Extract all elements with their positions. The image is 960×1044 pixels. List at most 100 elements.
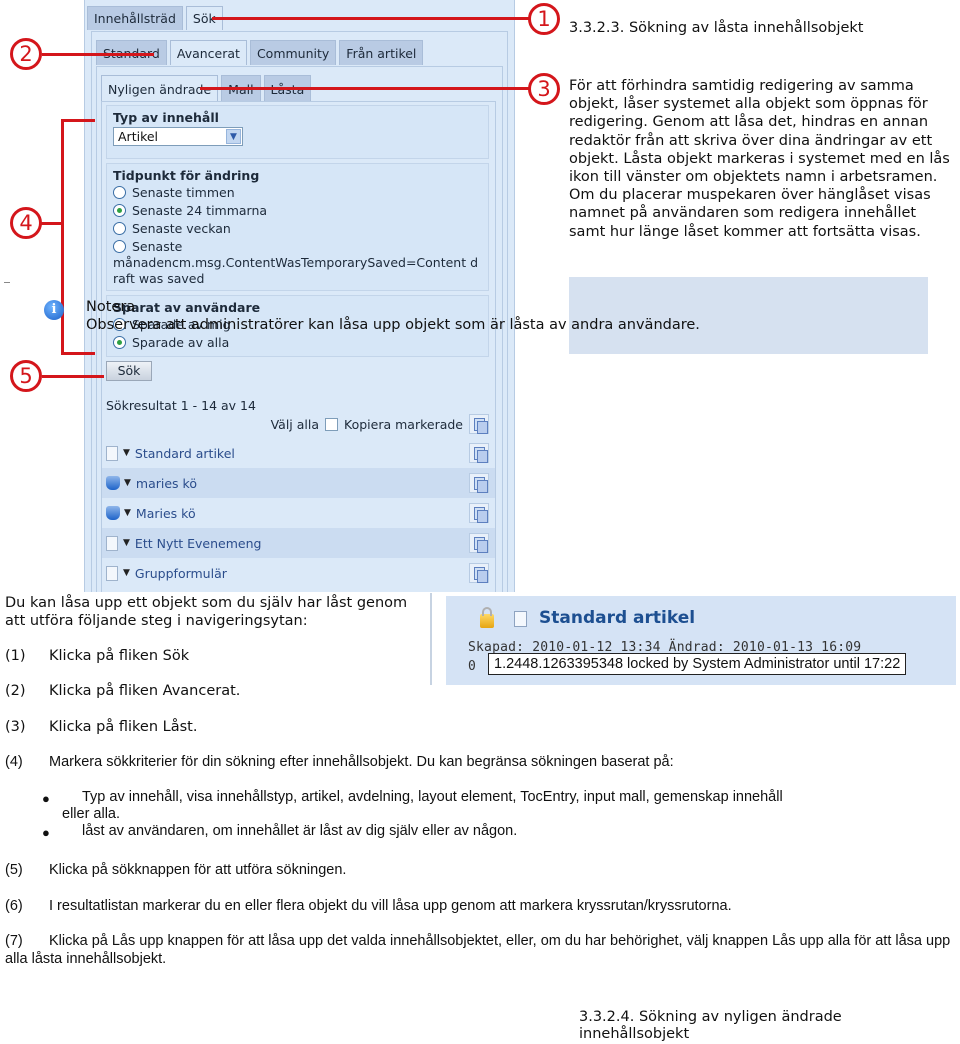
chevron-down-icon[interactable]: ▼: [226, 129, 241, 144]
step-text: Klicka på Lås upp knappen för att låsa u…: [5, 933, 951, 967]
note-text: Observera att administratörer kan låsa u…: [86, 317, 700, 333]
step-number: (6): [5, 898, 23, 914]
step-number: (4): [5, 754, 23, 770]
copy-icon[interactable]: [469, 563, 489, 583]
instructions-intro: Du kan låsa upp ett objekt som du själv …: [5, 595, 408, 629]
radio-icon[interactable]: [113, 239, 126, 253]
content-type-select[interactable]: Artikel ▼: [113, 127, 243, 146]
result-row[interactable]: ▼ Gruppformulär: [102, 558, 495, 588]
callout-1: 1: [528, 3, 560, 35]
temp-saved-message: månadencm.msg.ContentWasTemporarySaved=C…: [113, 255, 479, 286]
copy-icon[interactable]: [469, 503, 489, 523]
criteria-text: låst av användaren, om innehållet är lås…: [82, 823, 518, 839]
info-icon: i: [44, 300, 64, 320]
lock-tooltip: 1.2448.1263395348 locked by System Admin…: [488, 653, 907, 675]
content-type-value: Artikel: [118, 129, 159, 144]
step-5: (5) Klicka på sökknappen för att utföra s…: [5, 862, 346, 878]
step-text: I resultatlistan markerar du en eller fl…: [49, 898, 732, 914]
radio-last-24h[interactable]: Senaste 24 timmarna: [113, 201, 482, 219]
caret-down-icon[interactable]: ▼: [123, 538, 130, 548]
copy-icon[interactable]: [469, 414, 489, 434]
radio-selected-icon[interactable]: [113, 203, 126, 217]
radio-label: Senaste: [132, 238, 183, 254]
radio-label: Senaste timmen: [132, 184, 235, 200]
note-box: [569, 277, 928, 354]
callout-bracket-4-top: [61, 119, 95, 122]
caret-down-icon[interactable]: ▼: [123, 448, 130, 458]
modified-time-label: Tidpunkt för ändring: [113, 168, 260, 183]
caret-down-icon[interactable]: ▼: [124, 508, 131, 518]
result-name[interactable]: Gruppformulär: [135, 566, 227, 581]
step-6: (6) I resultatlistan markerar du en eller…: [5, 898, 732, 914]
lock-icon[interactable]: [480, 607, 494, 628]
callout-line-5: [42, 375, 104, 378]
tab-advanced[interactable]: Avancerat: [169, 40, 247, 65]
select-all-bar: Välj alla Kopiera markerade: [271, 414, 489, 434]
radio-last-hour[interactable]: Senaste timmen: [113, 183, 482, 201]
radio-saved-by-all[interactable]: Sparade av alla: [113, 333, 482, 351]
result-name[interactable]: Maries kö: [136, 506, 196, 521]
content-type-group: Typ av innehåll Artikel ▼: [106, 105, 489, 159]
step-text: Klicka på sökknappen för att utföra sökn…: [49, 862, 347, 878]
radio-last-week[interactable]: Senaste veckan: [113, 219, 482, 237]
callout-3: 3: [528, 73, 560, 105]
criteria-text-cont: eller alla.: [62, 806, 121, 822]
saved-by-label: Sparat av användare: [113, 300, 261, 315]
caret-down-icon[interactable]: ▼: [124, 478, 131, 488]
callout-4: 4: [10, 207, 42, 239]
result-name[interactable]: maries kö: [136, 476, 197, 491]
lock-item-header: Standard artikel Skapad: 2010-01-12 13:3…: [446, 596, 956, 685]
step-3: (3) Klicka på fliken Låst.: [5, 719, 197, 735]
intro-paragraph: För att förhindra samtidig redigering av…: [569, 78, 950, 240]
document-icon: [106, 445, 118, 461]
note-label: Notera: [86, 299, 136, 315]
tab-content-tree[interactable]: Innehållsträd: [87, 6, 183, 30]
radio-last-month[interactable]: Senaste: [113, 237, 482, 255]
step-number: (2): [5, 683, 26, 699]
step-4: (4) Markera sökkriterier för din sökning …: [5, 754, 674, 770]
step-1: (1) Klicka på fliken Sök: [5, 648, 189, 664]
result-name[interactable]: Standard artikel: [135, 446, 235, 461]
radio-selected-icon[interactable]: [113, 335, 126, 349]
radio-icon[interactable]: [113, 221, 126, 235]
copy-icon[interactable]: [469, 533, 489, 553]
criteria-item: ● låst av användaren, om innehållet är l…: [40, 823, 945, 840]
step-number: (7): [5, 933, 23, 949]
locked-item-title[interactable]: Standard artikel: [539, 608, 695, 628]
select-all-label: Välj alla: [270, 416, 320, 432]
result-row[interactable]: ▼ maries kö: [102, 468, 495, 498]
bullet-icon: ●: [42, 791, 50, 806]
tab-from-article[interactable]: Från artikel: [339, 40, 424, 65]
criteria-list: ● Typ av innehåll, visa innehållstyp, ar…: [40, 789, 945, 840]
main-tabs: Innehållsträd Sök: [87, 6, 223, 30]
radio-icon[interactable]: [113, 185, 126, 199]
criteria-item: ● Typ av innehåll, visa innehållstyp, ar…: [40, 789, 945, 823]
result-row[interactable]: ▼ Standard artikel: [102, 438, 495, 468]
callout-line-1: [212, 17, 530, 20]
step-text: Klicka på fliken Sök: [49, 648, 190, 664]
tab-community[interactable]: Community: [249, 40, 337, 65]
callout-line-3: [200, 87, 530, 90]
callout-bracket-4-vertical: [61, 119, 64, 355]
step-number: (1): [5, 648, 26, 664]
radio-label: Sparade av alla: [132, 334, 230, 350]
document-icon: [106, 535, 118, 551]
copy-selected-label: Kopiera markerade: [344, 416, 463, 432]
results-count: Sökresultat 1 - 14 av 14: [106, 398, 256, 413]
result-row[interactable]: ▼ Maries kö: [102, 498, 495, 528]
search-button[interactable]: Sök: [106, 361, 152, 381]
next-section-title: 3.3.2.4. Sökning av nyligen ändrade inne…: [579, 1009, 842, 1042]
copy-icon[interactable]: [469, 443, 489, 463]
caret-down-icon[interactable]: ▼: [123, 568, 130, 578]
result-name[interactable]: Ett Nytt Evenemeng: [135, 536, 262, 551]
step-text: Klicka på fliken Avancerat.: [49, 683, 241, 699]
recently-changed-body: Typ av innehåll Artikel ▼ Tidpunkt för ä…: [101, 101, 496, 592]
step-number: (5): [5, 862, 23, 878]
step-7: (7) Klicka på Lås upp knappen för att lås…: [5, 932, 955, 968]
step-text: Klicka på fliken Låst.: [49, 719, 198, 735]
copy-icon[interactable]: [469, 473, 489, 493]
callout-2: 2: [10, 38, 42, 70]
step-number: (3): [5, 719, 26, 735]
select-all-checkbox[interactable]: [325, 417, 339, 431]
result-row[interactable]: ▼ Ett Nytt Evenemeng: [102, 528, 495, 558]
